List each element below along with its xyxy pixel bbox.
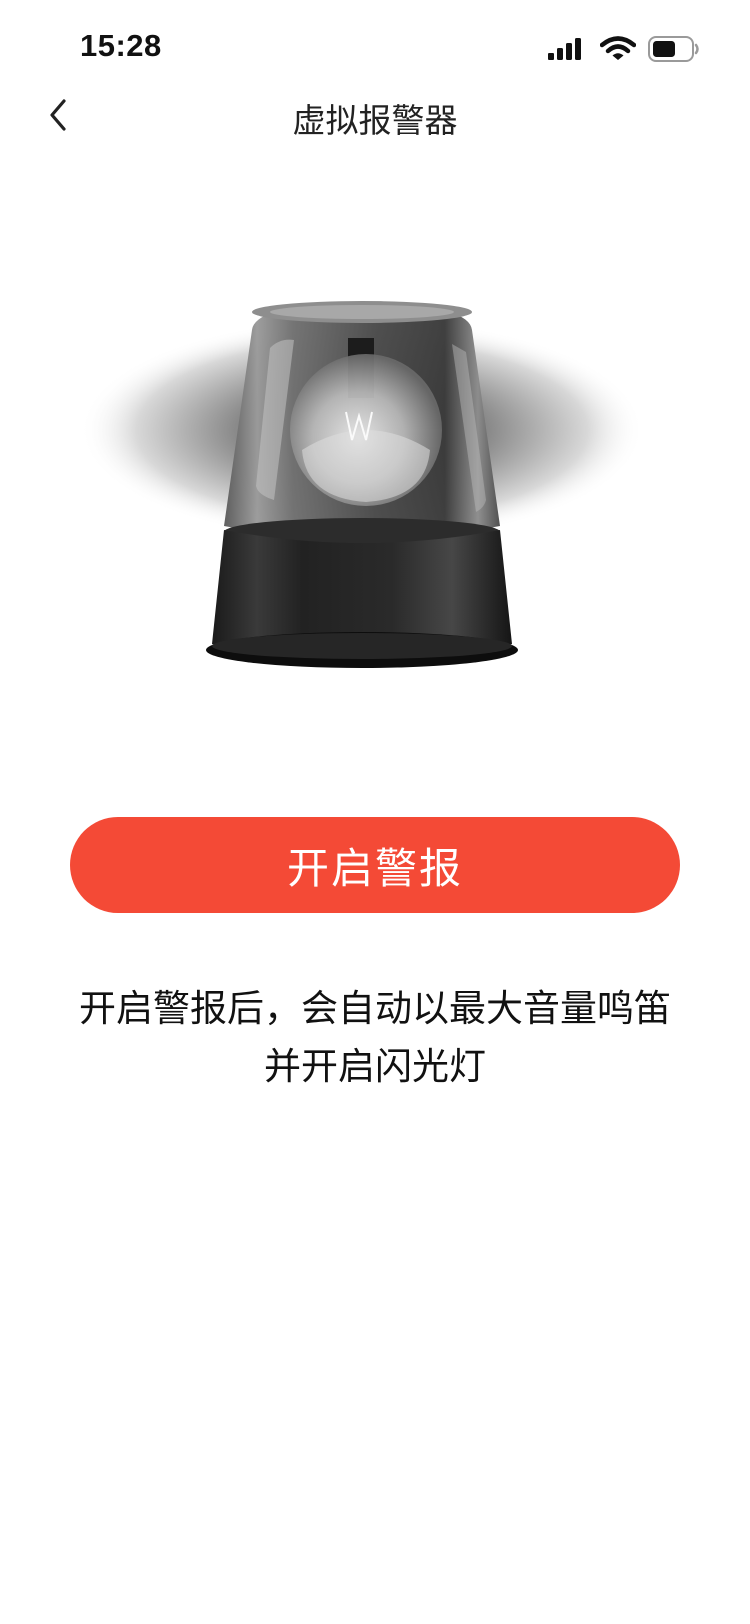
- siren-icon: [80, 301, 644, 668]
- nav-bar: 虚拟报警器: [0, 88, 750, 142]
- cellular-signal-icon: [548, 38, 581, 60]
- status-bar: 15:28: [0, 0, 750, 88]
- description-line-1: 开启警报后，会自动以最大音量鸣笛: [79, 987, 671, 1030]
- screen: 15:28 虚拟报警器 开启警报 开启警报后，会自动以最大音量鸣笛 并开启闪光灯: [0, 0, 750, 1624]
- description-line-2: 并开启闪光灯: [264, 1045, 486, 1088]
- battery-icon: [648, 36, 699, 62]
- start-alarm-button[interactable]: 开启警报: [70, 817, 680, 913]
- page-title: 虚拟报警器: [292, 101, 458, 140]
- start-alarm-label: 开启警报: [286, 843, 463, 893]
- wifi-icon: [600, 36, 636, 60]
- status-time: 15:28: [80, 28, 162, 63]
- alarm-description: 开启警报后，会自动以最大音量鸣笛 并开启闪光灯: [30, 980, 720, 1096]
